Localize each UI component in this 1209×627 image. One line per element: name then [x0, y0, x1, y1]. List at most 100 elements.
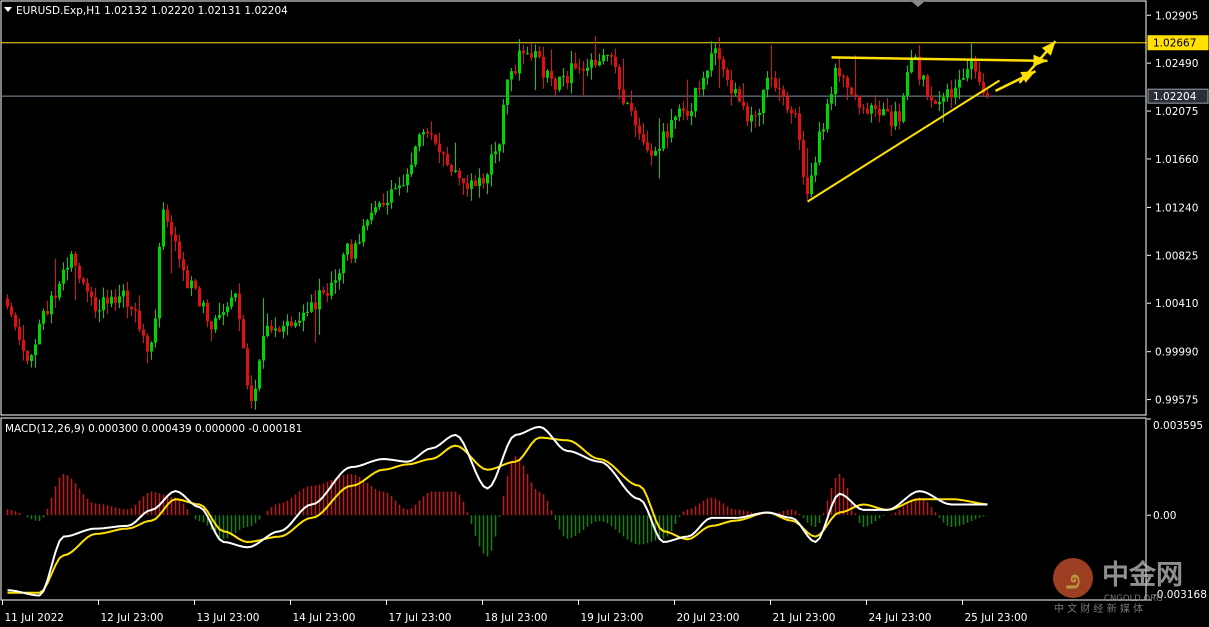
price-tick-label: 1.01240: [1155, 202, 1198, 214]
candle-body: [242, 319, 245, 349]
candle-body: [486, 174, 489, 184]
candle[interactable]: [258, 359, 261, 392]
watermark-coin-glyph: ೨: [1066, 565, 1081, 595]
time-tick-label: 17 Jul 23:00: [389, 612, 452, 624]
symbol-header: EURUSD.Exp,H1 1.02132 1.02220 1.02131 1.…: [16, 5, 288, 17]
candle-body: [326, 292, 329, 296]
candle-body: [14, 314, 17, 327]
candle-body: [450, 165, 453, 172]
candle-body: [42, 311, 45, 324]
candle-body: [858, 96, 861, 108]
price-tick-label: 0.99575: [1155, 395, 1198, 407]
candle[interactable]: [558, 76, 561, 93]
candle-body: [654, 150, 657, 156]
candle-body: [626, 102, 629, 104]
candle-body: [874, 105, 877, 109]
candle-body: [518, 50, 521, 74]
candle-body: [250, 385, 253, 401]
candle-body: [394, 188, 397, 190]
candle-body: [122, 290, 125, 297]
time-tick-label: 25 Jul 23:00: [965, 612, 1028, 624]
candle-body: [34, 344, 37, 356]
candle-body: [230, 297, 233, 307]
candle-body: [522, 50, 525, 54]
candle-body: [46, 311, 49, 315]
candle-body: [854, 94, 857, 97]
time-tick-label: 11 Jul 2022: [5, 612, 64, 624]
candle-body: [198, 288, 201, 307]
candle-body: [830, 94, 833, 104]
candle-body: [714, 48, 717, 54]
candle-body: [178, 241, 181, 260]
candle[interactable]: [242, 314, 245, 349]
candle-body: [282, 325, 285, 332]
candle-body: [614, 56, 617, 67]
candle-body: [290, 321, 293, 327]
candle-body: [426, 132, 429, 134]
candle[interactable]: [198, 286, 201, 307]
candle-body: [262, 336, 265, 361]
candle-body: [490, 154, 493, 175]
candle-body: [330, 282, 333, 296]
macd-tick-label: 0.003595: [1153, 420, 1203, 432]
candle-body: [78, 265, 81, 279]
candle-body: [910, 59, 913, 73]
candle-body: [922, 75, 925, 80]
candle-body: [222, 312, 225, 315]
candle-body: [870, 105, 873, 114]
trading-chart[interactable]: 1.02905 1.02490 1.02075 1.01660 1.01240 1.008…: [0, 0, 1209, 627]
candle-body: [918, 56, 921, 80]
candle-body: [678, 108, 681, 117]
candle-body: [794, 113, 797, 115]
candle-body: [618, 66, 621, 90]
candle-body: [882, 109, 885, 116]
candle-body: [142, 329, 145, 336]
candle-body: [742, 101, 745, 107]
candle-body: [826, 103, 829, 130]
candle-body: [842, 76, 845, 78]
candle-body: [694, 87, 697, 112]
candle[interactable]: [902, 93, 905, 124]
time-tick-label: 13 Jul 23:00: [197, 612, 260, 624]
candle-body: [630, 102, 633, 111]
candle-body: [930, 95, 933, 101]
candle[interactable]: [158, 242, 161, 328]
candle-body: [762, 89, 765, 114]
candle-body: [642, 133, 645, 143]
candle-body: [770, 77, 773, 79]
candle-body: [978, 71, 981, 83]
candle-body: [294, 322, 297, 327]
candle[interactable]: [414, 145, 417, 168]
watermark-brand: 中金网: [1102, 559, 1183, 591]
candle-body: [934, 100, 937, 105]
candle-body: [574, 63, 577, 69]
candle-body: [246, 348, 249, 386]
candle-body: [582, 68, 585, 71]
candle-body: [50, 295, 53, 315]
candle-body: [894, 111, 897, 127]
candle-body: [606, 55, 609, 57]
candle-body: [586, 67, 589, 71]
candle-body: [758, 113, 761, 116]
candle-body: [710, 53, 713, 71]
candle-body: [958, 79, 961, 88]
candle-body: [494, 151, 497, 155]
candle-body: [134, 309, 137, 311]
candle-body: [210, 321, 213, 330]
candle-body: [470, 180, 473, 189]
candle-body: [310, 302, 313, 312]
candle-body: [510, 71, 513, 80]
candle-body: [542, 56, 545, 78]
candle-body: [962, 78, 965, 80]
price-tick-label: 1.01660: [1155, 154, 1198, 166]
candle-body: [798, 113, 801, 141]
candle[interactable]: [246, 343, 249, 390]
candle-body: [186, 270, 189, 289]
candle-body: [778, 88, 781, 90]
candle-body: [334, 280, 337, 283]
candle-body: [506, 79, 509, 105]
candle-body: [566, 75, 569, 84]
candle-body: [410, 164, 413, 175]
candle-body: [302, 312, 305, 321]
candle-body: [298, 320, 301, 323]
